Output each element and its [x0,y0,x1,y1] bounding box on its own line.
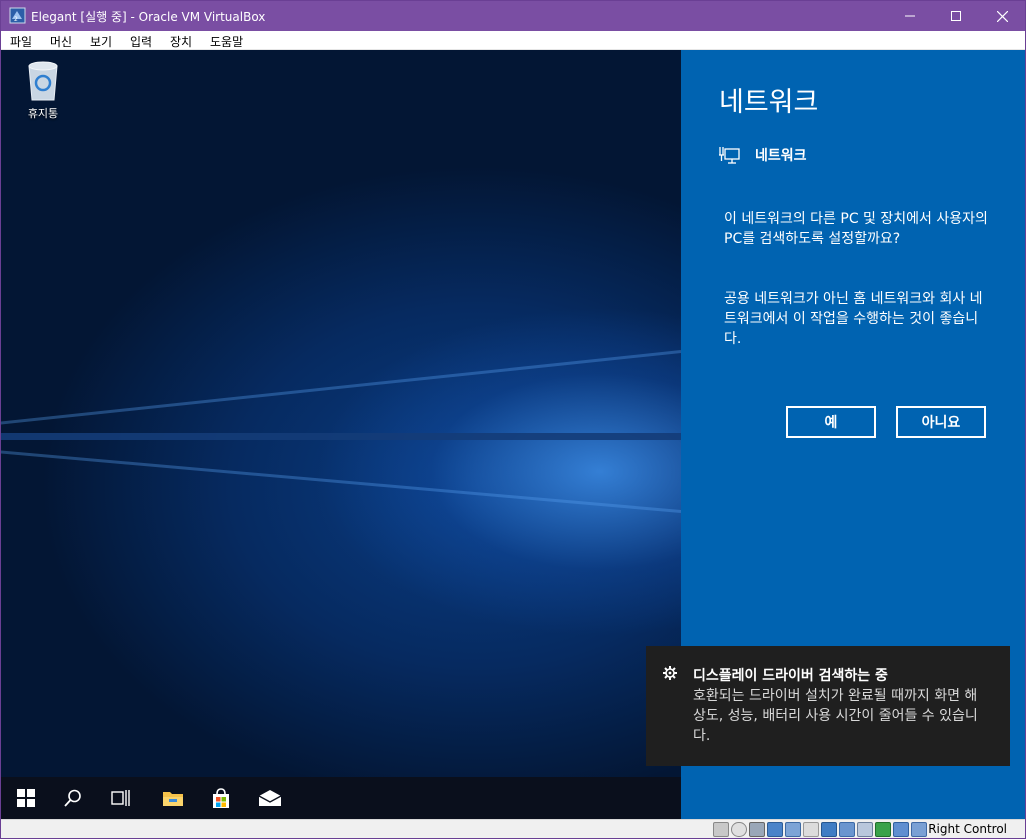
task-view-button[interactable] [97,777,145,819]
mouse-integration-icon[interactable] [893,822,909,837]
notification-body: 호환되는 드라이버 설치가 완료될 때까지 화면 해상도, 성능, 배터리 사용… [693,688,978,744]
store-button[interactable] [197,777,245,819]
close-icon [996,10,1008,22]
start-button[interactable] [2,777,50,819]
menu-bar: 파일 머신 보기 입력 장치 도움말 [1,31,1025,50]
device-status-icons [713,822,927,837]
network-connection-row: 네트워크 [719,144,807,166]
search-icon [64,789,81,807]
recycle-bin-icon [28,61,58,101]
network-name: 네트워크 [755,148,807,164]
taskbar [1,777,681,819]
video-capture-icon[interactable] [839,822,855,837]
minimize-button[interactable] [887,1,933,31]
keyboard-icon[interactable] [911,822,927,837]
usb-icon[interactable] [785,822,801,837]
audio-icon[interactable] [749,822,765,837]
status-bar: Right Control [1,819,1025,838]
host-key-label: Right Control [928,822,1007,836]
network-flyout-heading: 네트워크 [719,87,819,118]
search-button[interactable] [49,777,97,819]
network-status-icon[interactable] [767,822,783,837]
task-view-icon [111,790,130,806]
recycle-bin[interactable]: 휴지통 [19,58,67,121]
mail-icon [258,790,282,806]
virtualization-icon[interactable] [875,822,891,837]
optical-drive-icon[interactable] [731,822,747,837]
shared-folders-icon[interactable] [803,822,819,837]
no-button[interactable]: 아니요 [896,406,986,438]
virtualbox-app-icon: 2 [9,7,26,24]
cpu-icon[interactable] [857,822,873,837]
file-explorer-button[interactable] [149,777,197,819]
title-bar[interactable]: 2 Elegant [실행 중] - Oracle VM VirtualBox [1,1,1025,31]
file-explorer-icon [163,792,183,806]
minimize-icon [905,15,915,17]
store-icon [213,788,229,808]
light-beam-middle [1,433,681,440]
recycle-bin-label: 휴지통 [27,107,59,120]
gear-icon [663,666,677,680]
start-icon [17,789,35,807]
menu-devices[interactable]: 장치 [170,33,192,50]
hard-disk-icon[interactable] [713,822,729,837]
virtualbox-window: 2 Elegant [실행 중] - Oracle VM VirtualBox … [0,0,1026,839]
desktop-background[interactable]: 휴지통 [1,50,682,777]
ethernet-icon [719,147,740,164]
mail-button[interactable] [246,777,294,819]
driver-search-notification[interactable]: 디스플레이 드라이버 검색하는 중 호환되는 드라이버 설치가 완료될 때까지 … [646,646,1010,766]
discovery-question: 이 네트워크의 다른 PC 및 장치에서 사용자의 PC를 검색하도록 설정할까… [724,211,988,247]
menu-view[interactable]: 보기 [90,33,112,50]
yes-button[interactable]: 예 [786,406,876,438]
menu-machine[interactable]: 머신 [50,33,72,50]
display-icon[interactable] [821,822,837,837]
notification-title: 디스플레이 드라이버 검색하는 중 [693,668,888,684]
light-beam-top [1,350,682,427]
svg-text:2: 2 [14,16,18,23]
menu-file[interactable]: 파일 [10,33,32,50]
discovery-recommendation: 공용 네트워크가 아닌 홈 네트워크와 회사 네트워크에서 이 작업을 수행하는… [724,291,983,347]
close-button[interactable] [979,1,1025,31]
vm-screen[interactable]: 휴지통 네트워크 네트워크 이 네트워크의 다른 PC 및 장치에서 사용자의 … [1,50,1025,819]
light-beam-bottom [1,448,682,513]
maximize-button[interactable] [933,1,979,31]
window-title: Elegant [실행 중] - Oracle VM VirtualBox [31,10,266,24]
maximize-icon [951,11,961,21]
menu-input[interactable]: 입력 [130,33,152,50]
menu-help[interactable]: 도움말 [210,33,243,50]
